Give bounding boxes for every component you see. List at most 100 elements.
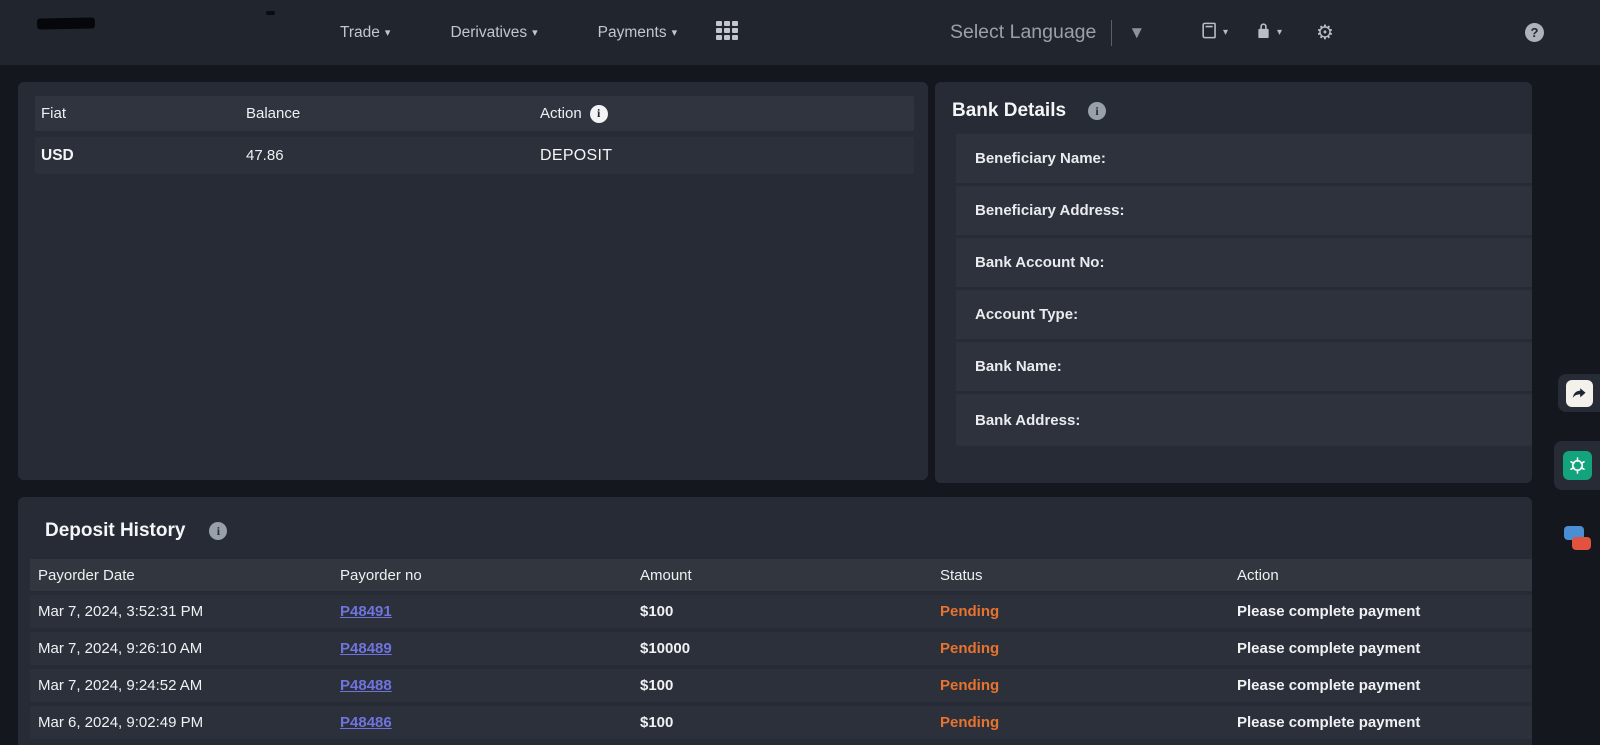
nav-menu-item[interactable]: Trade xyxy=(340,24,390,42)
deposit-amount: $100 xyxy=(640,677,673,694)
help-button[interactable] xyxy=(1525,0,1544,65)
deposit-history-table-header: Payorder DatePayorder noAmountStatusActi… xyxy=(30,559,1532,591)
balance-column-header: Balance xyxy=(246,105,540,122)
bank-detail-label: Beneficiary Name: xyxy=(975,150,1106,167)
fiat-currency: USD xyxy=(41,147,74,164)
nav-menu-label: Trade xyxy=(340,24,380,42)
status-badge: Pending xyxy=(940,603,999,620)
info-icon[interactable] xyxy=(209,522,227,540)
bank-detail-label: Bank Name: xyxy=(975,358,1062,375)
fiat-column-label: Fiat xyxy=(41,105,66,122)
deposit-history-row: Mar 6, 2024, 9:02:49 PM P48486 $100 Pend… xyxy=(30,706,1532,739)
top-nav: Trade Derivatives Payments Select Langua… xyxy=(0,0,1600,65)
payorder-date: Mar 7, 2024, 9:26:10 AM xyxy=(38,640,202,657)
status-badge: Pending xyxy=(940,714,999,731)
fiat-balance-value: 47.86 xyxy=(246,147,284,164)
fiat-column-header: Fiat xyxy=(41,105,246,122)
column-header: Payorder no xyxy=(340,567,640,584)
deposit-history-table-body: Mar 7, 2024, 3:52:31 PM P48491 $100 Pend… xyxy=(30,595,1532,739)
bank-detail-label: Beneficiary Address: xyxy=(975,202,1125,219)
bank-detail-row: Beneficiary Address: xyxy=(956,186,1532,238)
action-text: Please complete payment xyxy=(1237,677,1420,694)
action-column-header: Action xyxy=(540,105,914,123)
bank-details-header: Bank Details xyxy=(935,82,1532,134)
bank-details-title: Bank Details xyxy=(952,100,1066,122)
chevron-down-icon xyxy=(532,26,538,39)
payorder-number-link[interactable]: P48486 xyxy=(340,714,392,731)
nav-menu-label: Derivatives xyxy=(450,24,527,42)
column-header: Amount xyxy=(640,567,940,584)
status-badge: Pending xyxy=(940,640,999,657)
orders-menu-button[interactable] xyxy=(1200,0,1228,65)
chatgpt-extension-button[interactable] xyxy=(1554,441,1600,490)
language-selector-label: Select Language xyxy=(950,21,1096,44)
book-icon xyxy=(1200,21,1219,45)
action-text: Please complete payment xyxy=(1237,640,1420,657)
nav-links: Trade Derivatives Payments xyxy=(340,0,677,65)
payorder-date: Mar 7, 2024, 9:24:52 AM xyxy=(38,677,202,694)
payorder-date: Mar 7, 2024, 3:52:31 PM xyxy=(38,603,203,620)
chevron-down-icon xyxy=(385,26,391,39)
action-text: Please complete payment xyxy=(1237,714,1420,731)
settings-button[interactable] xyxy=(1316,0,1334,65)
fiat-table-row: USD 47.86 DEPOSIT xyxy=(35,137,914,174)
column-header: Status xyxy=(940,567,1237,584)
chevron-down-icon xyxy=(1277,27,1282,38)
share-arrow-icon xyxy=(1566,380,1593,407)
apps-grid-icon[interactable] xyxy=(716,21,740,44)
logo-mark xyxy=(266,11,275,15)
chatgpt-icon xyxy=(1563,451,1592,480)
bank-detail-label: Bank Address: xyxy=(975,412,1080,429)
fiat-table-body: USD 47.86 DEPOSIT xyxy=(18,137,928,174)
payorder-number-link[interactable]: P48488 xyxy=(340,677,392,694)
language-selector[interactable]: Select Language xyxy=(950,0,1145,65)
fiat-balance-panel: Fiat Balance Action USD 47.86 DEPOSIT xyxy=(18,82,928,480)
deposit-history-row: Mar 7, 2024, 9:26:10 AM P48489 $10000 Pe… xyxy=(30,632,1532,665)
chat-extension-button[interactable] xyxy=(1556,516,1600,564)
bank-detail-label: Account Type: xyxy=(975,306,1078,323)
status-badge: Pending xyxy=(940,677,999,694)
deposit-history-header: Deposit History xyxy=(18,497,1532,559)
action-column-label: Action xyxy=(540,105,582,122)
help-icon xyxy=(1525,23,1544,42)
deposit-amount: $100 xyxy=(640,603,673,620)
nav-menu-label: Payments xyxy=(598,24,667,42)
deposit-amount: $10000 xyxy=(640,640,690,657)
bank-detail-row: Beneficiary Name: xyxy=(956,134,1532,186)
deposit-history-row: Mar 7, 2024, 9:24:52 AM P48488 $100 Pend… xyxy=(30,669,1532,702)
payorder-number-link[interactable]: P48489 xyxy=(340,640,392,657)
gear-icon xyxy=(1316,23,1334,43)
info-icon[interactable] xyxy=(590,105,608,123)
deposit-amount: $100 xyxy=(640,714,673,731)
wallet-menu-button[interactable] xyxy=(1254,0,1282,65)
nav-menu-item[interactable]: Payments xyxy=(598,24,677,42)
lock-icon xyxy=(1254,21,1273,45)
column-header: Payorder Date xyxy=(38,567,340,584)
separator xyxy=(1111,20,1112,46)
deposit-link[interactable]: DEPOSIT xyxy=(540,147,612,164)
logo[interactable] xyxy=(37,17,95,29)
bank-details-panel: Bank Details Beneficiary Name: Beneficia… xyxy=(935,82,1532,483)
chevron-down-icon xyxy=(1223,27,1228,38)
triangle-down-icon[interactable] xyxy=(1128,23,1145,43)
bank-detail-row: Account Type: xyxy=(956,290,1532,342)
action-text: Please complete payment xyxy=(1237,603,1420,620)
chevron-down-icon xyxy=(672,26,678,39)
payorder-date: Mar 6, 2024, 9:02:49 PM xyxy=(38,714,203,731)
chat-bubble-icon xyxy=(1572,537,1591,550)
deposit-history-title: Deposit History xyxy=(45,520,185,542)
column-header: Action xyxy=(1237,567,1532,584)
deposit-history-row: Mar 7, 2024, 3:52:31 PM P48491 $100 Pend… xyxy=(30,595,1532,628)
bank-detail-label: Bank Account No: xyxy=(975,254,1104,271)
bank-details-list: Beneficiary Name: Beneficiary Address: B… xyxy=(956,134,1532,446)
payorder-number-link[interactable]: P48491 xyxy=(340,603,392,620)
bank-detail-row: Bank Address: xyxy=(956,394,1532,446)
share-extension-button[interactable] xyxy=(1558,374,1600,412)
balance-column-label: Balance xyxy=(246,105,300,122)
deposit-history-panel: Deposit History Payorder DatePayorder no… xyxy=(18,497,1532,745)
info-icon[interactable] xyxy=(1088,102,1106,120)
nav-menu-item[interactable]: Derivatives xyxy=(450,24,537,42)
bank-detail-row: Bank Account No: xyxy=(956,238,1532,290)
fiat-table-header: Fiat Balance Action xyxy=(35,96,914,131)
bank-detail-row: Bank Name: xyxy=(956,342,1532,394)
